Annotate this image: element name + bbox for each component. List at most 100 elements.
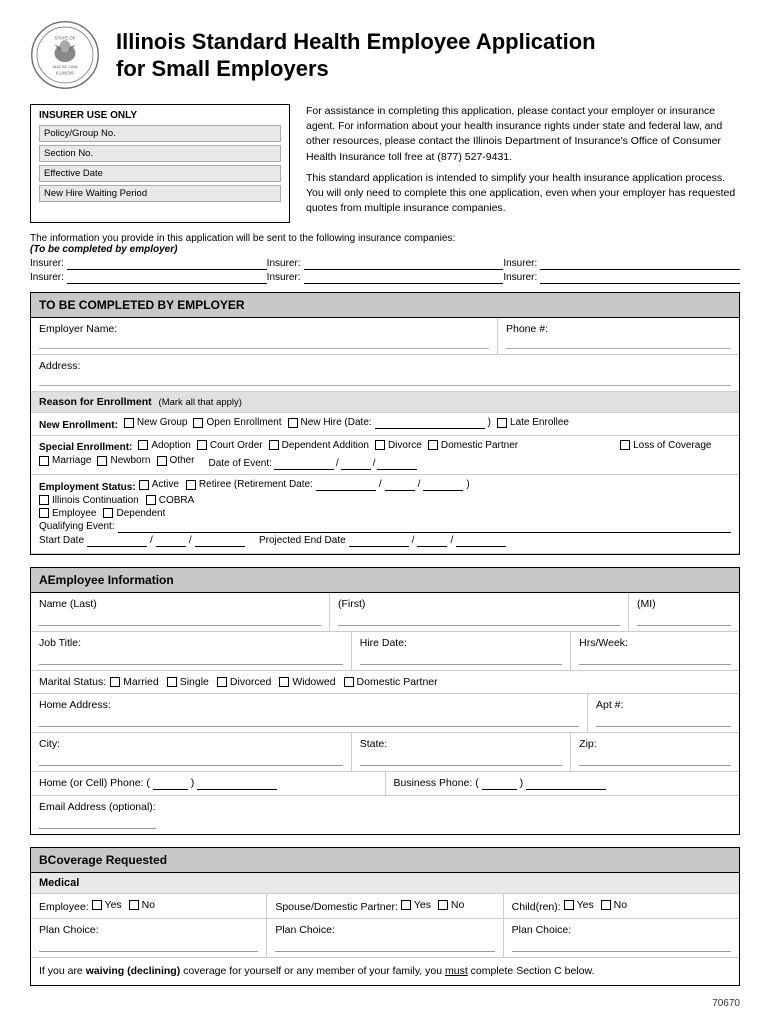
- retiree-option[interactable]: Retiree (Retirement Date: / / ): [186, 479, 470, 491]
- new-hire-date[interactable]: [375, 417, 485, 429]
- il-continuation-option[interactable]: Illinois Continuation: [39, 495, 139, 506]
- home-phone-area[interactable]: [153, 777, 188, 790]
- qualifying-event-value[interactable]: [118, 521, 731, 533]
- single-checkbox[interactable]: [167, 677, 177, 687]
- married-option[interactable]: Married: [110, 676, 159, 688]
- retirement-date-m[interactable]: [316, 479, 376, 491]
- cobra-option[interactable]: COBRA: [146, 495, 195, 506]
- il-continuation-checkbox[interactable]: [39, 495, 49, 505]
- employee-no-checkbox[interactable]: [129, 900, 139, 910]
- open-enrollment-checkbox[interactable]: [193, 418, 203, 428]
- spouse-plan-value[interactable]: [275, 938, 494, 952]
- retirement-date-y[interactable]: [423, 479, 463, 491]
- insurer-value-4[interactable]: [67, 272, 267, 284]
- start-date-m[interactable]: [87, 535, 147, 547]
- new-group-checkbox[interactable]: [124, 418, 134, 428]
- state-value[interactable]: [360, 752, 562, 766]
- adoption-checkbox[interactable]: [138, 440, 148, 450]
- spouse-no-checkbox[interactable]: [438, 900, 448, 910]
- job-title-value[interactable]: [39, 651, 343, 665]
- divorce-option[interactable]: Divorce: [375, 440, 422, 451]
- hire-date-value[interactable]: [360, 651, 562, 665]
- policy-group-field[interactable]: Policy/Group No.: [39, 125, 281, 142]
- widowed-checkbox[interactable]: [279, 677, 289, 687]
- domestic-partner-marital-checkbox[interactable]: [344, 677, 354, 687]
- hrs-week-value[interactable]: [579, 651, 731, 665]
- retirement-date-d[interactable]: [385, 479, 415, 491]
- email-value[interactable]: [39, 815, 156, 829]
- insurer-value-2[interactable]: [304, 258, 504, 270]
- newborn-option[interactable]: Newborn: [97, 455, 150, 466]
- cobra-checkbox[interactable]: [146, 495, 156, 505]
- date-of-event-value[interactable]: [274, 458, 334, 470]
- spouse-yes-option[interactable]: Yes: [401, 899, 431, 911]
- date-of-event-value2[interactable]: [341, 458, 371, 470]
- widowed-option[interactable]: Widowed: [279, 676, 335, 688]
- name-last-value[interactable]: [39, 612, 321, 626]
- end-date-m[interactable]: [349, 535, 409, 547]
- new-hire-checkbox[interactable]: [288, 418, 298, 428]
- end-date-d[interactable]: [417, 535, 447, 547]
- court-order-option[interactable]: Court Order: [197, 440, 263, 451]
- employer-phone-value[interactable]: [506, 335, 731, 349]
- new-hire-option[interactable]: New Hire (Date: ): [288, 417, 491, 429]
- city-value[interactable]: [39, 752, 343, 766]
- employee-checkbox[interactable]: [39, 508, 49, 518]
- domestic-partner-marital-option[interactable]: Domestic Partner: [344, 676, 438, 688]
- dependent-option[interactable]: Dependent: [103, 508, 165, 519]
- children-no-option[interactable]: No: [601, 899, 627, 911]
- employee-yes-checkbox[interactable]: [92, 900, 102, 910]
- dependent-addition-checkbox[interactable]: [269, 440, 279, 450]
- dependent-addition-option[interactable]: Dependent Addition: [269, 440, 369, 451]
- newborn-checkbox[interactable]: [97, 456, 107, 466]
- late-enrollee-option[interactable]: Late Enrollee: [497, 417, 569, 428]
- employer-address-value[interactable]: [39, 372, 731, 386]
- apt-value[interactable]: [596, 713, 731, 727]
- employee-no-option[interactable]: No: [129, 899, 155, 911]
- divorced-checkbox[interactable]: [217, 677, 227, 687]
- loss-coverage-checkbox[interactable]: [620, 440, 630, 450]
- children-no-checkbox[interactable]: [601, 900, 611, 910]
- children-yes-option[interactable]: Yes: [564, 899, 594, 911]
- other-checkbox[interactable]: [157, 456, 167, 466]
- home-phone-number[interactable]: [197, 777, 277, 790]
- domestic-partner-checkbox[interactable]: [428, 440, 438, 450]
- insurer-value-1[interactable]: [67, 258, 267, 270]
- employee-yes-option[interactable]: Yes: [92, 899, 122, 911]
- new-hire-waiting-field[interactable]: New Hire Waiting Period: [39, 185, 281, 202]
- business-phone-number[interactable]: [526, 777, 606, 790]
- start-date-d[interactable]: [156, 535, 186, 547]
- section-no-field[interactable]: Section No.: [39, 145, 281, 162]
- start-date-y[interactable]: [195, 535, 245, 547]
- active-option[interactable]: Active: [139, 479, 179, 490]
- children-plan-value[interactable]: [512, 938, 731, 952]
- children-yes-checkbox[interactable]: [564, 900, 574, 910]
- single-option[interactable]: Single: [167, 676, 209, 688]
- adoption-option[interactable]: Adoption: [138, 440, 190, 451]
- married-checkbox[interactable]: [110, 677, 120, 687]
- name-first-value[interactable]: [338, 612, 620, 626]
- employer-name-value[interactable]: [39, 335, 489, 349]
- spouse-yes-checkbox[interactable]: [401, 900, 411, 910]
- domestic-partner-option[interactable]: Domestic Partner: [428, 440, 518, 451]
- insurer-value-6[interactable]: [540, 272, 740, 284]
- court-order-checkbox[interactable]: [197, 440, 207, 450]
- zip-value[interactable]: [579, 752, 731, 766]
- date-of-event-value3[interactable]: [377, 458, 417, 470]
- end-date-y[interactable]: [456, 535, 506, 547]
- retiree-checkbox[interactable]: [186, 480, 196, 490]
- insurer-value-5[interactable]: [304, 272, 504, 284]
- late-enrollee-checkbox[interactable]: [497, 418, 507, 428]
- employee-plan-value[interactable]: [39, 938, 258, 952]
- new-group-option[interactable]: New Group: [124, 417, 188, 428]
- open-enrollment-option[interactable]: Open Enrollment: [193, 417, 281, 428]
- marriage-option[interactable]: Marriage: [39, 455, 91, 466]
- business-phone-area[interactable]: [482, 777, 517, 790]
- insurer-value-3[interactable]: [540, 258, 740, 270]
- other-option[interactable]: Other: [157, 455, 195, 466]
- dependent-checkbox[interactable]: [103, 508, 113, 518]
- active-checkbox[interactable]: [139, 480, 149, 490]
- effective-date-field[interactable]: Effective Date: [39, 165, 281, 182]
- name-mi-value[interactable]: [637, 612, 731, 626]
- divorced-option[interactable]: Divorced: [217, 676, 271, 688]
